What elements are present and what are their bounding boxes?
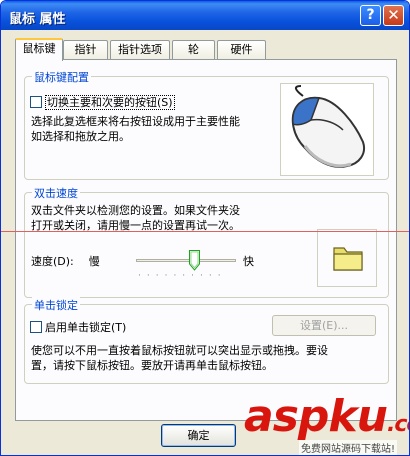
slider-thumb[interactable] [189,250,200,271]
double-click-speed-slider[interactable]: ·········· [136,250,236,283]
title-bar[interactable]: 鼠标 属性 ? ✕ [1,1,409,30]
tab-pointer-options[interactable]: 指针选项 [110,40,170,59]
tab-label: 指针选项 [118,43,162,56]
mouse-preview [280,83,374,176]
button-config-description: 选择此复选框来将右按钮设成用于主要性能 如选择和拖放之用。 [31,115,240,143]
slow-label: 慢 [88,255,100,268]
group-title: 鼠标键配置 [32,69,91,85]
help-button[interactable]: ? [360,5,381,26]
button-config-group: 鼠标键配置 切换主要和次要的按钮(S) 选择此复选框来将右按钮设成用于主要性能 … [24,69,389,180]
close-icon: ✕ [387,6,400,24]
mouse-properties-window: 鼠标 属性 ? ✕ 鼠标键 指针 指针选项 轮 硬件 鼠标键配置 切换主要和次要… [0,0,410,456]
speed-label: 速度(D): [31,255,74,268]
double-click-speed-group: 双击速度 双击文件夹以检测您的设置。如果文件夹没 打开或关闭，请用慢一点的设置再… [24,185,389,298]
mouse-icon [291,85,365,168]
tab-hardware[interactable]: 硬件 [217,40,266,59]
click-lock-group: 单击锁定 启用单击锁定(T) 设置(E)... 使您可以不用一直按着鼠标按钮就可… [24,297,389,384]
tab-label: 硬件 [230,43,253,56]
window-title: 鼠标 属性 [9,12,66,27]
close-button[interactable]: ✕ [383,5,404,26]
tab-panel: 鼠标键配置 切换主要和次要的按钮(S) 选择此复选框来将右按钮设成用于主要性能 … [15,59,397,421]
click-lock-label: 启用单击锁定(T) [45,321,127,334]
switch-buttons-checkbox-row[interactable]: 切换主要和次要的按钮(S) [30,94,175,110]
fast-label: 快 [243,255,254,268]
double-click-description: 双击文件夹以检测您的设置。如果文件夹没 打开或关闭，请用慢一点的设置再试一次。 [31,204,240,232]
test-folder-area[interactable] [317,229,377,287]
watermark-tagline: 免费网站源码下载站! [299,440,398,455]
click-lock-checkbox-row[interactable]: 启用单击锁定(T) [30,319,126,335]
click-lock-settings-button[interactable]: 设置(E)... [272,315,376,336]
speed-row: 速度(D): 慢 [31,253,100,269]
click-lock-checkbox[interactable] [30,321,42,333]
tab-label: 轮 [188,43,199,56]
click-lock-description: 使您可以不用一直按着鼠标按钮就可以突出显示或拖拽。要设 置，请按下鼠标按钮。要放… [31,344,328,372]
switch-buttons-checkbox[interactable] [30,96,42,108]
tab-buttons[interactable]: 鼠标键 [15,38,63,61]
group-title: 双击速度 [32,185,80,201]
guide-line [1,231,409,232]
help-icon: ? [366,7,375,23]
tab-label: 指针 [74,43,97,56]
tab-pointers[interactable]: 指针 [63,40,108,59]
tab-label: 鼠标键 [22,42,56,55]
folder-icon[interactable] [318,230,378,288]
slider-track [136,259,236,262]
tab-wheel[interactable]: 轮 [172,40,215,59]
group-title: 单击锁定 [32,297,80,313]
ok-button[interactable]: 确定 [161,424,236,447]
slider-ticks: ·········· [138,271,227,281]
switch-buttons-label: 切换主要和次要的按钮(S) [45,95,175,110]
